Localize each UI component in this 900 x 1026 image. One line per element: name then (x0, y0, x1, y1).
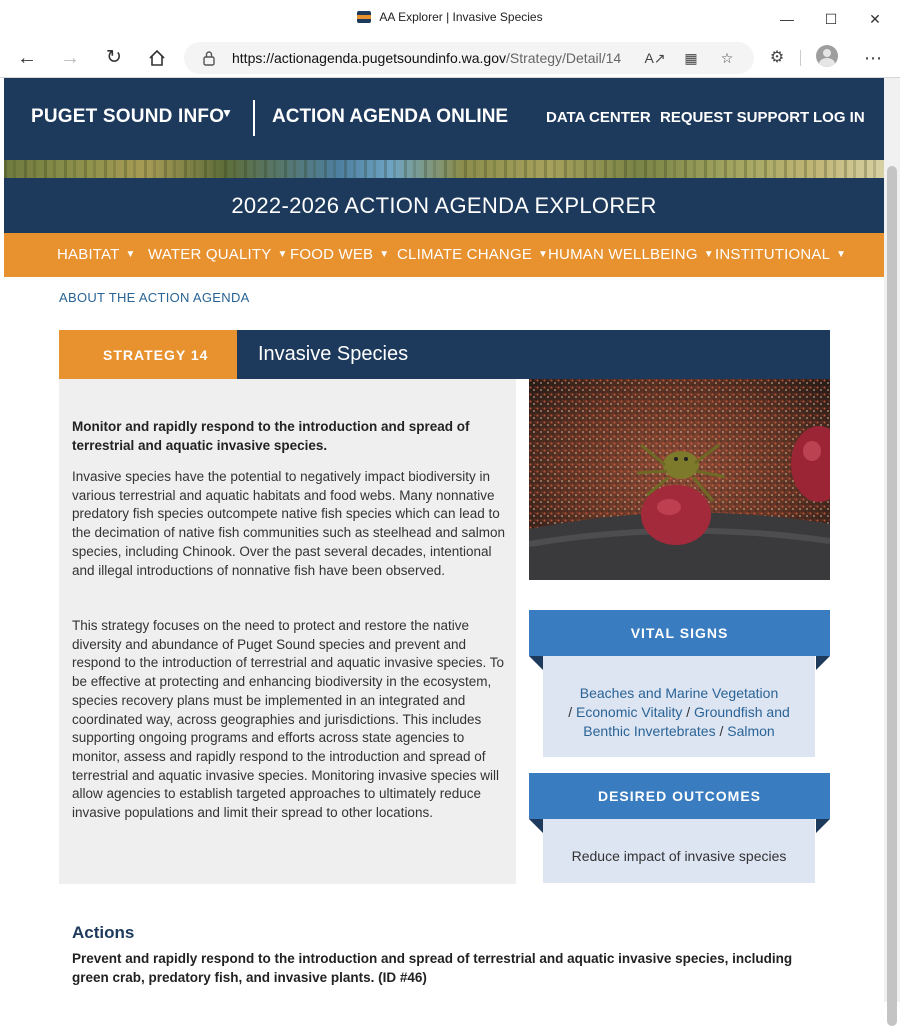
vital-signs-ribbon: VITAL SIGNS (529, 610, 830, 656)
nav-request-support[interactable]: REQUEST SUPPORT (660, 109, 809, 126)
chevron-down-icon: ▼ (538, 249, 549, 260)
brand-dropdown-caret-icon[interactable]: ▼ (221, 106, 233, 120)
strategy-title: Invasive Species (258, 343, 409, 365)
vital-signs-title: VITAL SIGNS (630, 625, 729, 641)
url-host: https://actionagenda.pugetsoundinfo.wa.g… (232, 50, 506, 66)
immersive-reader-icon[interactable]: ▦ (680, 48, 702, 68)
refresh-icon[interactable]: ↻ (100, 44, 128, 72)
site-header: PUGET SOUND INFO ▼ ACTION AGENDA ONLINE … (4, 78, 884, 160)
topic-nav-label: FOOD WEB (290, 246, 374, 263)
link-separator: / (682, 704, 695, 720)
chevron-down-icon: ▼ (379, 249, 390, 260)
strategy-lead: Monitor and rapidly respond to the intro… (72, 419, 470, 453)
lock-icon (203, 51, 215, 66)
vital-sign-link[interactable]: Economic Vitality (576, 704, 682, 720)
landscape-banner-image (4, 160, 884, 178)
tab-title[interactable]: AA Explorer | Invasive Species (0, 10, 900, 24)
brand-link[interactable]: PUGET SOUND INFO (31, 106, 224, 128)
ribbon-fold (529, 656, 543, 670)
address-bar[interactable]: https://actionagenda.pugetsoundinfo.wa.g… (184, 42, 754, 74)
link-separator: / (715, 723, 728, 739)
topic-nav-habitat[interactable]: HABITAT ▼ (57, 246, 136, 263)
extensions-icon[interactable]: ⚙ (764, 46, 790, 70)
topic-nav-label: INSTITUTIONAL (715, 246, 831, 263)
strategy-paragraph: This strategy focuses on the need to pro… (72, 618, 504, 821)
chevron-down-icon: ▼ (836, 249, 847, 260)
link-separator: / (568, 704, 577, 720)
minimize-icon[interactable]: — (772, 8, 802, 30)
strategy-paragraph: Invasive species have the potential to n… (72, 469, 505, 578)
home-icon[interactable] (143, 44, 171, 72)
nav-log-in[interactable]: LOG IN (813, 109, 865, 126)
close-icon[interactable]: ✕ (860, 8, 890, 30)
vital-sign-link[interactable]: Beaches and Marine Vegetation (580, 685, 778, 701)
toolbar-divider (800, 50, 801, 66)
topic-nav-label: WATER QUALITY (148, 246, 272, 263)
url-text[interactable]: https://actionagenda.pugetsoundinfo.wa.g… (232, 50, 621, 66)
ribbon-fold (816, 819, 830, 833)
more-menu-icon[interactable]: ⋯ (860, 46, 886, 70)
nav-data-center[interactable]: DATA CENTER (546, 109, 651, 126)
scrollbar-thumb[interactable] (887, 166, 897, 1026)
actions-heading: Actions (72, 923, 135, 942)
profile-avatar[interactable] (816, 45, 838, 67)
favorite-add-icon[interactable]: ☆ (716, 48, 738, 68)
browser-titlebar: AA Explorer | Invasive Species — ☐ ✕ (0, 0, 900, 38)
chevron-down-icon: ▼ (277, 249, 288, 260)
read-aloud-icon[interactable]: A↗ (644, 48, 666, 68)
tab-title-text: AA Explorer | Invasive Species (379, 10, 543, 24)
ribbon-fold (816, 656, 830, 670)
browser-toolbar: ← → ↻ https://actionagenda.pugetsoundinf… (0, 38, 900, 78)
about-action-agenda-link[interactable]: ABOUT THE ACTION AGENDA (59, 290, 250, 305)
maximize-icon[interactable]: ☐ (816, 8, 846, 30)
url-path: /Strategy/Detail/14 (505, 50, 622, 66)
explorer-title[interactable]: 2022-2026 ACTION AGENDA EXPLORER (4, 193, 884, 219)
topic-nav-food-web[interactable]: FOOD WEB ▼ (290, 246, 389, 263)
action-item[interactable]: Prevent and rapidly respond to the intro… (72, 949, 832, 987)
vital-sign-link[interactable]: Salmon (727, 723, 774, 739)
topic-nav-label: CLIMATE CHANGE (397, 246, 533, 263)
desired-outcome-item: Reduce impact of invasive species (571, 848, 787, 864)
back-arrow-icon[interactable]: ← (13, 44, 41, 72)
topic-nav-label: HABITAT (57, 246, 120, 263)
topic-nav-label: HUMAN WELLBEING (548, 246, 698, 263)
forward-arrow-icon[interactable]: → (56, 44, 84, 72)
topic-nav-institutional[interactable]: INSTITUTIONAL ▼ (715, 246, 846, 263)
page-scrollbar[interactable] (884, 78, 900, 1026)
desired-outcomes-title: DESIRED OUTCOMES (597, 788, 761, 804)
explorer-bar: 2022-2026 ACTION AGENDA EXPLORER (4, 178, 884, 233)
ribbon-fold (529, 819, 543, 833)
desired-outcomes-ribbon: DESIRED OUTCOMES (529, 773, 830, 819)
topic-nav: HABITAT ▼ WATER QUALITY ▼ FOOD WEB ▼ CLIMAT… (4, 233, 884, 277)
app-name-link[interactable]: ACTION AGENDA ONLINE (272, 106, 508, 128)
header-divider (253, 100, 255, 136)
vital-signs-links: Beaches and Marine Vegetation / Economic… (553, 684, 805, 741)
topic-nav-water-quality[interactable]: WATER QUALITY ▼ (148, 246, 288, 263)
topic-nav-human-wellbeing[interactable]: HUMAN WELLBEING ▼ (548, 246, 714, 263)
site-favicon-icon (357, 11, 372, 23)
topic-nav-climate-change[interactable]: CLIMATE CHANGE ▼ (397, 246, 548, 263)
invasive-crab-photo (529, 379, 830, 580)
chevron-down-icon: ▼ (703, 249, 714, 260)
chevron-down-icon: ▼ (125, 249, 136, 260)
strategy-number: STRATEGY 14 (103, 347, 209, 363)
